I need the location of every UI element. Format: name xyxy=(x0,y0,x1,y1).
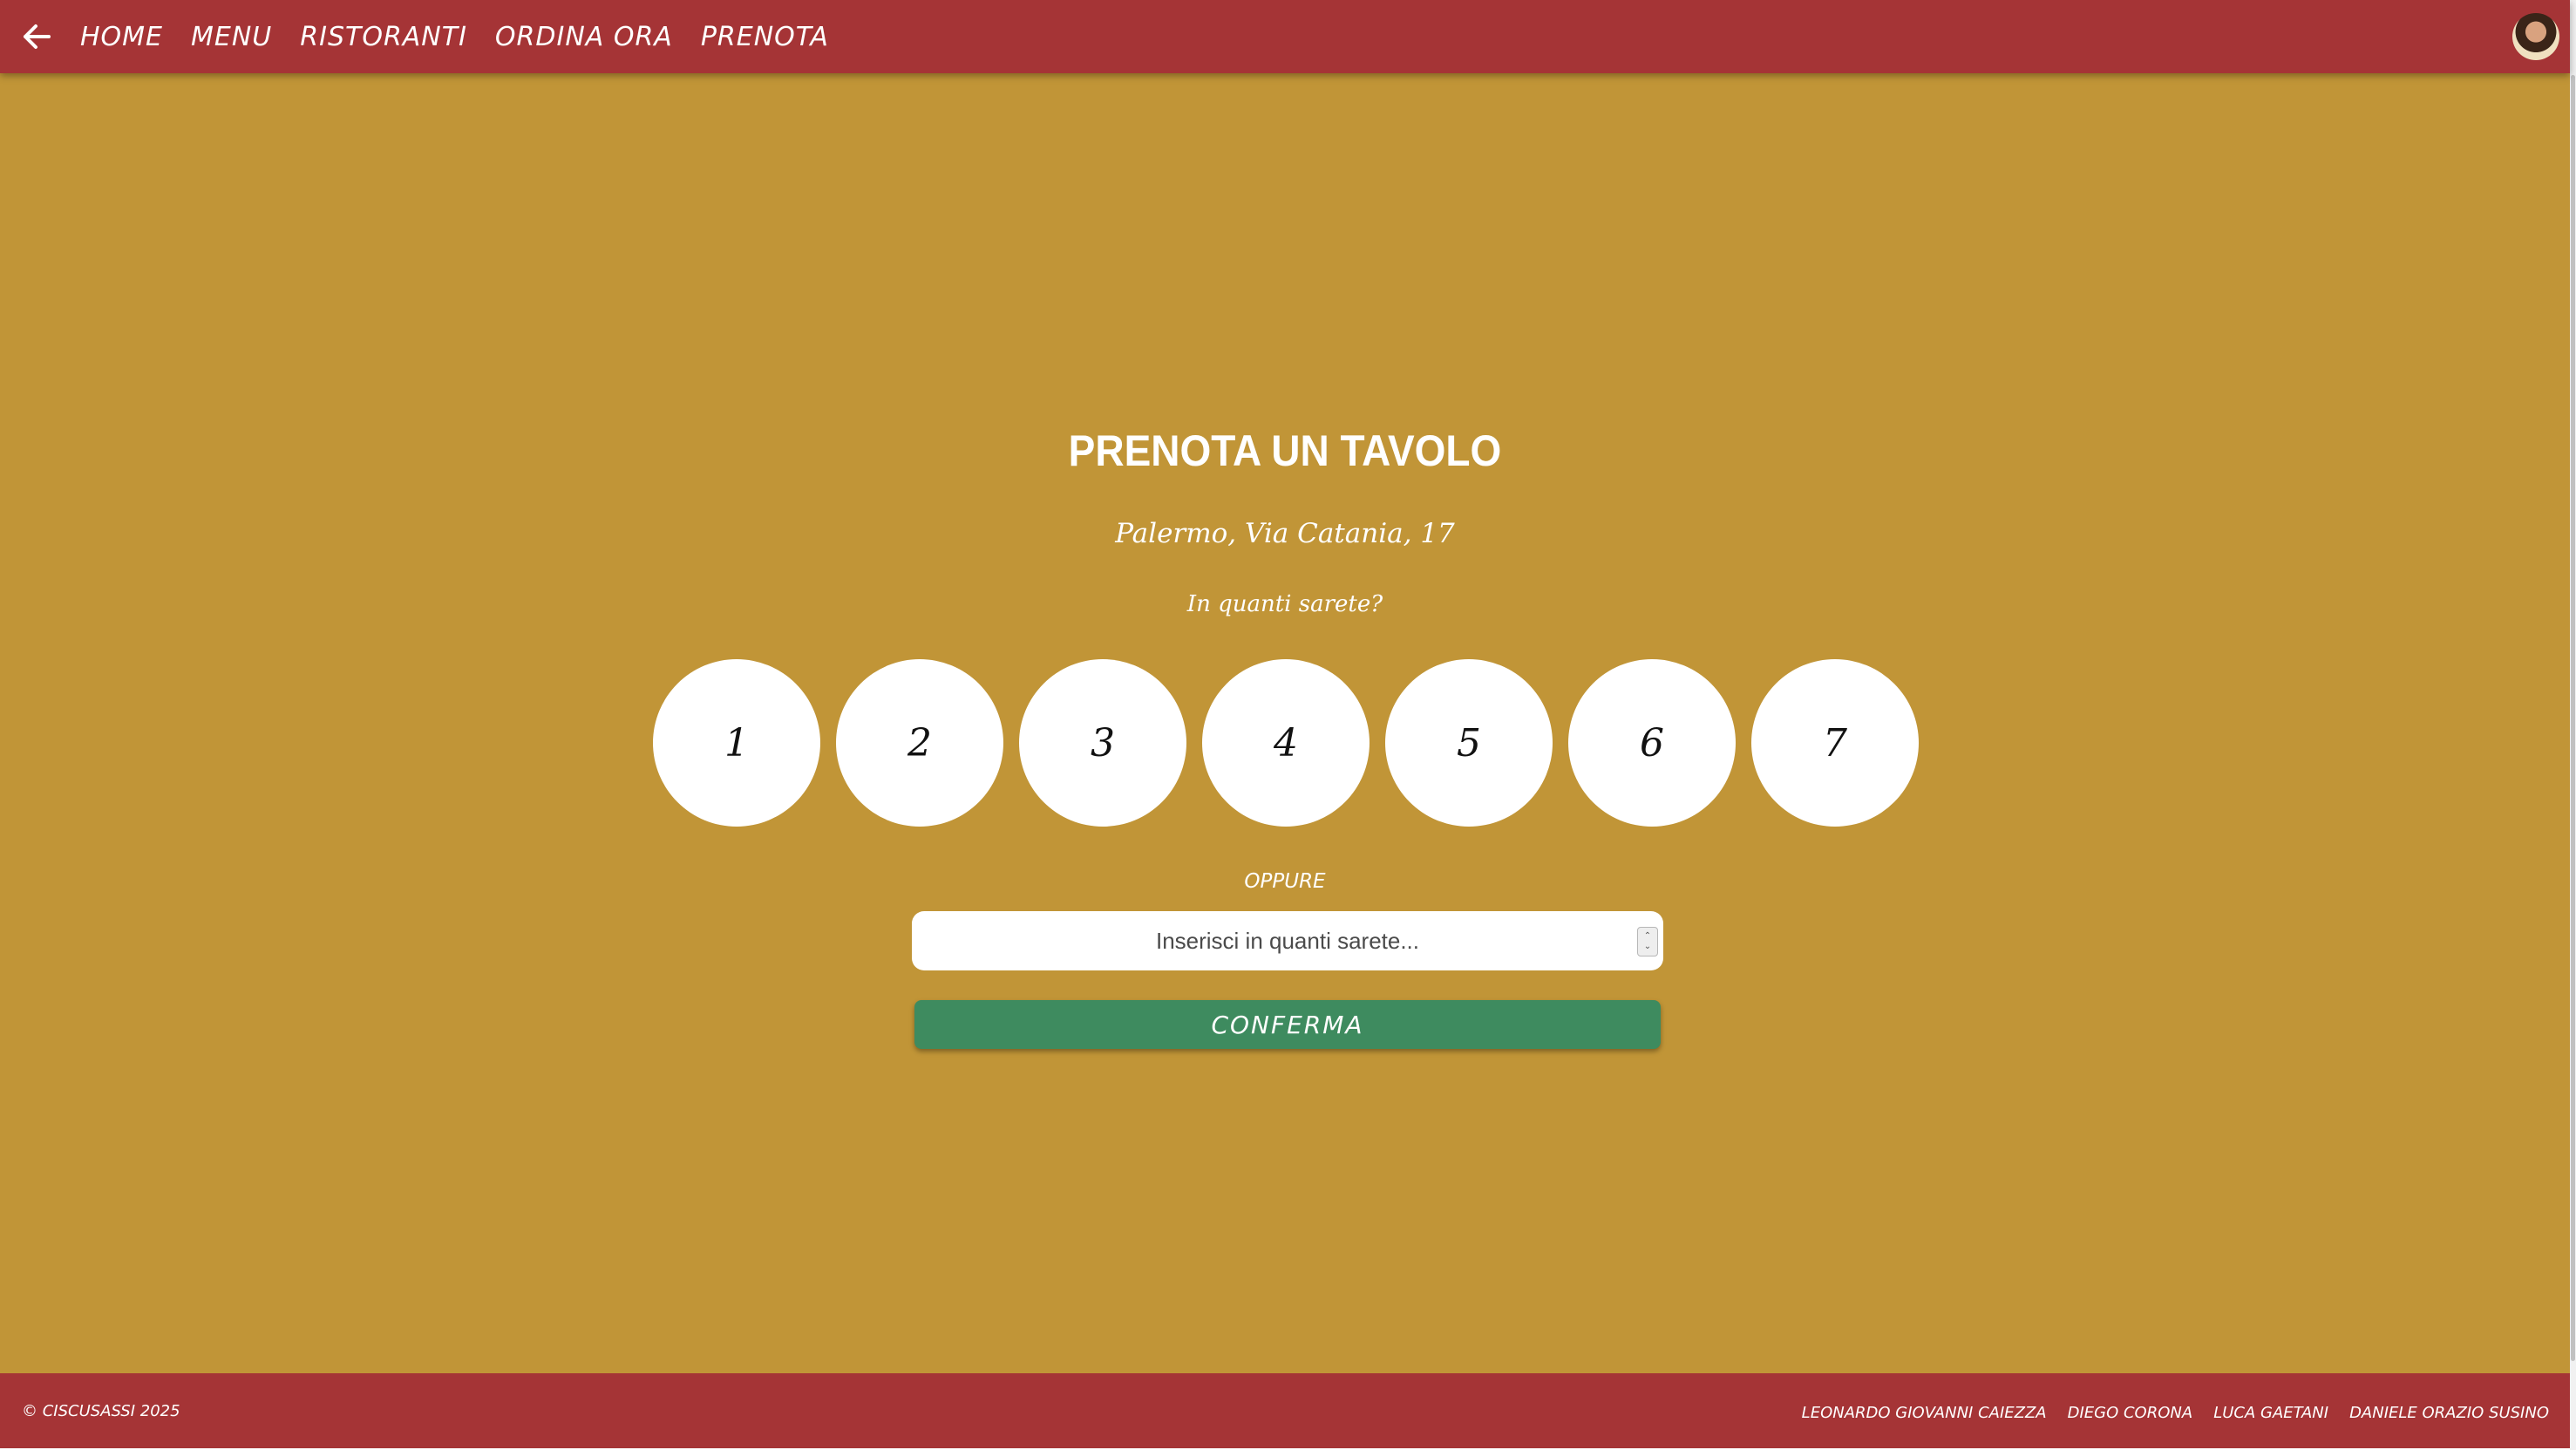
guest-option-3[interactable]: 3 xyxy=(1019,659,1186,827)
page: HOME MENU RISTORANTI ORDINA ORA PRENOTA … xyxy=(0,0,2576,1450)
copyright: © CISCUSASSI 2025 xyxy=(22,1402,180,1420)
nav-menu[interactable]: MENU xyxy=(191,22,272,52)
confirm-button[interactable]: CONFERMA xyxy=(914,1000,1661,1049)
or-separator: OPPURE xyxy=(1244,870,1326,893)
main-nav: HOME MENU RISTORANTI ORDINA ORA PRENOTA xyxy=(80,22,829,52)
guests-question: In quanti sarete? xyxy=(1186,591,1383,617)
footer: © CISCUSASSI 2025 LEONARDO GIOVANNI CAIE… xyxy=(0,1373,2570,1448)
back-button[interactable] xyxy=(0,0,73,73)
guest-option-5[interactable]: 5 xyxy=(1385,659,1553,827)
scrollbar[interactable] xyxy=(2570,0,2576,1450)
nav-ristoranti[interactable]: RISTORANTI xyxy=(300,22,467,52)
scrollbar-thumb[interactable] xyxy=(2571,75,2575,1361)
nav-prenota[interactable]: PRENOTA xyxy=(701,22,829,52)
guest-option-6[interactable]: 6 xyxy=(1568,659,1736,827)
restaurant-address: Palermo, Via Catania, 17 xyxy=(1115,518,1455,549)
chevron-up-icon[interactable]: ⌃ xyxy=(1644,931,1651,942)
nav-home[interactable]: HOME xyxy=(80,22,163,52)
top-navbar: HOME MENU RISTORANTI ORDINA ORA PRENOTA xyxy=(0,0,2570,73)
authors-list: LEONARDO GIOVANNI CAIEZZA DIEGO CORONA L… xyxy=(1802,1404,2549,1422)
author-name: LUCA GAETANI xyxy=(2213,1404,2329,1422)
author-name: LEONARDO GIOVANNI CAIEZZA xyxy=(1801,1404,2047,1422)
author-name: DIEGO CORONA xyxy=(2067,1404,2193,1422)
page-title: PRENOTA UN TAVOLO xyxy=(1068,426,1502,475)
guest-count-input[interactable] xyxy=(912,911,1663,970)
arrow-left-icon xyxy=(24,24,51,49)
guest-count-options: 1 2 3 4 5 6 7 xyxy=(653,659,1919,827)
nav-ordina-ora[interactable]: ORDINA ORA xyxy=(495,22,673,52)
guest-option-2[interactable]: 2 xyxy=(836,659,1003,827)
user-avatar[interactable] xyxy=(2512,13,2559,60)
guest-option-7[interactable]: 7 xyxy=(1751,659,1919,827)
guest-count-field: ⌃ ⌄ xyxy=(912,911,1663,970)
author-name: DANIELE ORAZIO SUSINO xyxy=(2349,1404,2549,1422)
chevron-down-icon[interactable]: ⌄ xyxy=(1644,942,1651,952)
guest-option-1[interactable]: 1 xyxy=(653,659,820,827)
guest-option-4[interactable]: 4 xyxy=(1202,659,1370,827)
number-spinner[interactable]: ⌃ ⌄ xyxy=(1637,927,1658,956)
